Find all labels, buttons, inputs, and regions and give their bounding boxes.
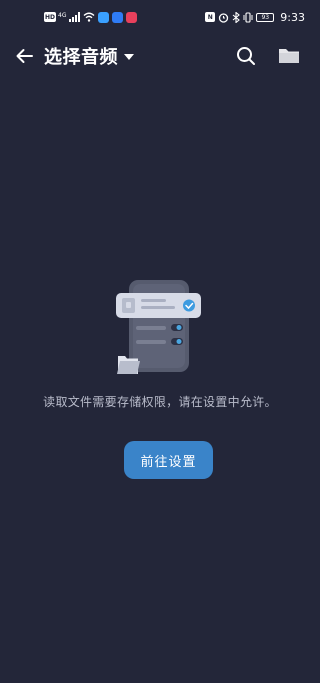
bluetooth-icon	[232, 11, 241, 23]
status-bar-right: N 93 9:33	[205, 11, 305, 24]
status-bar: HD 4G N 93 9:33	[0, 0, 320, 34]
vibrate-icon	[243, 11, 253, 23]
caret-down-icon	[124, 54, 134, 60]
app-notification-icon	[112, 11, 124, 23]
network-type-label: 4G	[58, 11, 67, 19]
app-notification-icon	[126, 11, 138, 23]
go-to-settings-button[interactable]: 前往设置	[124, 441, 213, 479]
alarm-icon	[219, 12, 229, 23]
battery-icon: 93	[256, 12, 275, 22]
status-bar-left: HD 4G	[44, 11, 138, 23]
status-time: 9:33	[280, 10, 305, 24]
nfc-icon: N	[205, 12, 216, 22]
folder-icon	[279, 49, 299, 63]
search-button[interactable]	[234, 44, 258, 68]
arrow-left-icon	[16, 49, 33, 63]
app-notification-icon	[98, 11, 110, 23]
wifi-icon	[84, 12, 95, 22]
permission-message: 读取文件需要存储权限，请在设置中允许。	[43, 395, 277, 409]
signal-icon	[69, 12, 81, 22]
title-dropdown[interactable]: 选择音频	[44, 44, 134, 68]
search-icon	[237, 47, 255, 65]
back-button[interactable]	[12, 43, 38, 69]
app-bar: 选择音频	[0, 34, 320, 78]
folder-button[interactable]	[276, 44, 302, 68]
storage-permission-illustration	[110, 278, 210, 378]
page-title: 选择音频	[44, 47, 118, 68]
hd-indicator: HD	[44, 12, 57, 22]
